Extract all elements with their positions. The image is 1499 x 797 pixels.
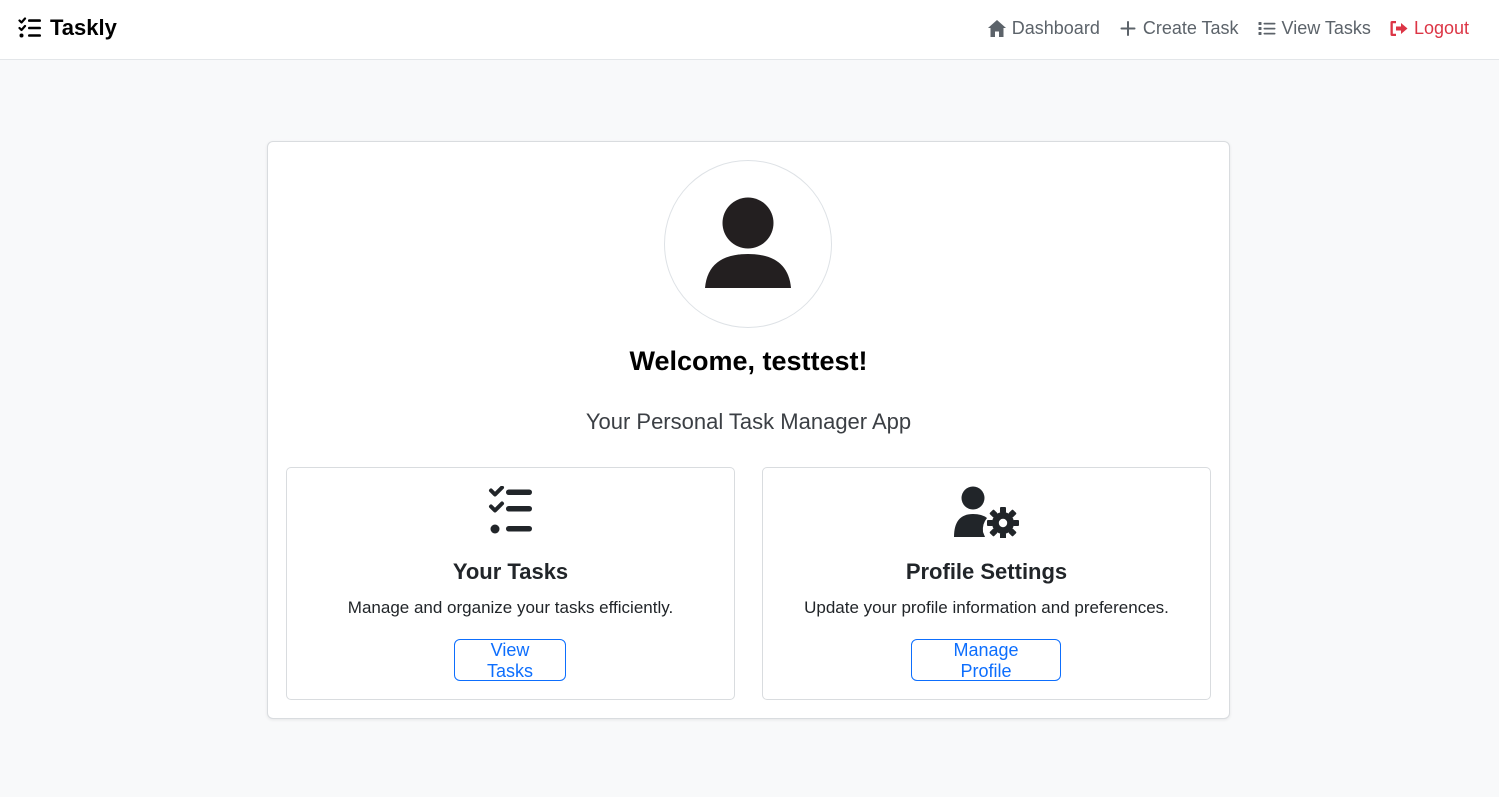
tasks-card-icon-wrap — [287, 486, 734, 538]
avatar — [664, 160, 832, 328]
brand-link[interactable]: Taskly — [18, 14, 117, 42]
profile-card-icon-wrap — [763, 486, 1210, 538]
profile-card-description: Update your profile information and pref… — [804, 598, 1169, 617]
profile-card: Profile Settings Update your profile inf… — [762, 467, 1211, 700]
nav-logout-label: Logout — [1413, 17, 1469, 38]
view-tasks-button[interactable]: View Tasks — [454, 639, 566, 681]
brand-name: Taskly — [50, 15, 117, 40]
logout-icon — [1390, 20, 1408, 36]
nav-links: Dashboard Create Task View Tasks Logout — [987, 14, 1469, 42]
plus-icon — [1120, 20, 1136, 36]
welcome-card: Welcome, testtest! Your Personal Task Ma… — [267, 141, 1230, 719]
list-icon — [1258, 21, 1276, 35]
list-check-icon — [18, 17, 41, 38]
app-subtitle: Your Personal Task Manager App — [585, 409, 912, 434]
nav-create-task[interactable]: Create Task — [1118, 18, 1239, 39]
manage-profile-button[interactable]: Manage Profile — [911, 639, 1061, 681]
nav-dashboard[interactable]: Dashboard — [987, 18, 1100, 39]
tasks-card-title: Your Tasks — [452, 559, 569, 584]
tasks-card: Your Tasks Manage and organize your task… — [286, 467, 735, 700]
welcome-heading: Welcome, testtest! — [629, 346, 868, 376]
top-navbar: Taskly Dashboard Create Task View Tasks … — [0, 0, 1499, 60]
nav-logout[interactable]: Logout — [1389, 18, 1469, 39]
user-icon — [705, 197, 791, 288]
nav-dashboard-label: Dashboard — [1011, 17, 1100, 38]
list-check-icon — [488, 486, 532, 534]
tasks-card-description: Manage and organize your tasks efficient… — [347, 598, 674, 617]
nav-create-task-label: Create Task — [1142, 17, 1239, 38]
nav-view-tasks-label: View Tasks — [1281, 17, 1371, 38]
profile-card-title: Profile Settings — [905, 559, 1068, 584]
nav-view-tasks[interactable]: View Tasks — [1257, 18, 1371, 39]
home-icon — [987, 19, 1006, 37]
user-gear-icon — [953, 486, 1019, 538]
